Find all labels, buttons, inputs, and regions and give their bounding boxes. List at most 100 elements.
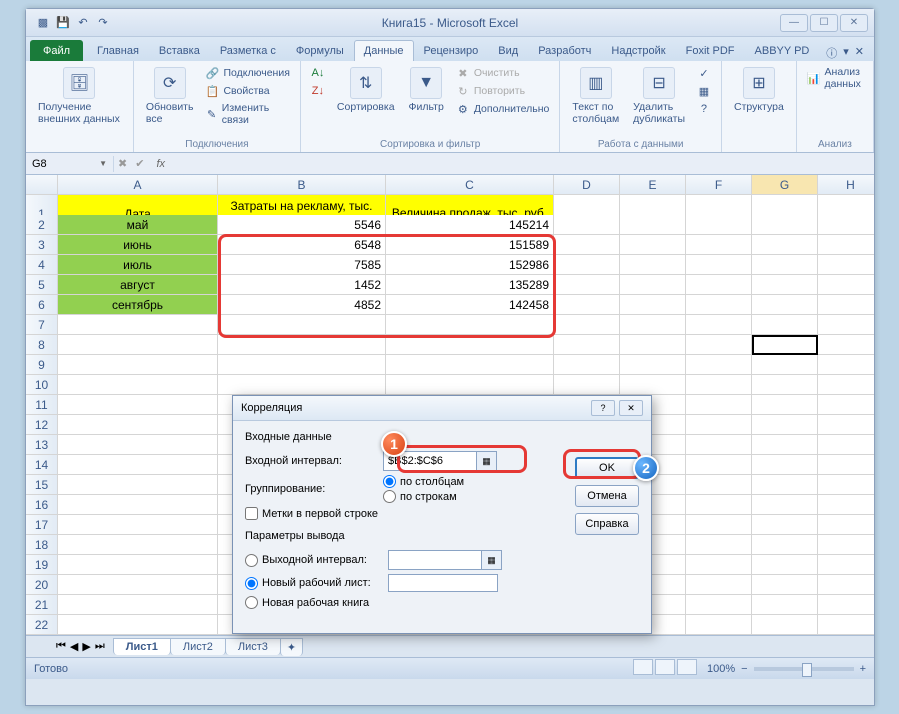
cell[interactable] <box>58 535 218 555</box>
new-sheet-button[interactable]: ✦ <box>280 638 303 656</box>
tab-view[interactable]: Вид <box>488 40 528 61</box>
col-header[interactable]: A <box>58 175 218 195</box>
chk-labels[interactable] <box>245 507 258 520</box>
cell[interactable] <box>58 415 218 435</box>
dialog-help-button[interactable]: ? <box>591 400 615 416</box>
col-header[interactable]: D <box>554 175 620 195</box>
radio-rows[interactable] <box>383 490 396 503</box>
sheet-tab[interactable]: Лист3 <box>225 638 281 655</box>
whatif-button[interactable]: ? <box>695 101 713 117</box>
cell[interactable] <box>752 475 818 495</box>
col-header[interactable]: E <box>620 175 686 195</box>
cell[interactable] <box>752 375 818 395</box>
sheet-tab[interactable]: Лист1 <box>113 638 171 655</box>
cell[interactable] <box>752 355 818 375</box>
cell[interactable] <box>686 575 752 595</box>
cell[interactable] <box>686 475 752 495</box>
cell[interactable] <box>686 435 752 455</box>
cell[interactable] <box>752 455 818 475</box>
external-data-button[interactable]: 🗄Получение внешних данных <box>34 65 125 127</box>
value-cell[interactable]: 5546 <box>218 215 386 235</box>
cell[interactable] <box>752 595 818 615</box>
row-header[interactable]: 19 <box>26 555 58 575</box>
cell[interactable] <box>620 255 686 275</box>
by-columns-radio[interactable]: по столбцам <box>383 475 464 488</box>
cell[interactable] <box>386 375 554 395</box>
radio-newws[interactable] <box>245 577 258 590</box>
cell[interactable] <box>818 595 874 615</box>
dropdown-icon[interactable]: ▼ <box>99 159 107 168</box>
value-cell[interactable]: 145214 <box>386 215 554 235</box>
data-analysis-button[interactable]: 📊Анализ данных <box>805 65 865 91</box>
sort-za-button[interactable]: Z↓ <box>309 83 327 99</box>
confirm-icon[interactable]: ✔ <box>131 157 148 170</box>
tab-review[interactable]: Рецензиро <box>414 40 489 61</box>
cell[interactable] <box>218 335 386 355</box>
tab-formulas[interactable]: Формулы <box>286 40 354 61</box>
cell[interactable] <box>386 335 554 355</box>
tab-layout[interactable]: Разметка с <box>210 40 286 61</box>
value-cell[interactable]: 142458 <box>386 295 554 315</box>
cell[interactable] <box>58 455 218 475</box>
sort-button[interactable]: ⇅Сортировка <box>333 65 399 115</box>
cell[interactable] <box>818 515 874 535</box>
cell[interactable] <box>554 275 620 295</box>
cell[interactable] <box>620 355 686 375</box>
value-cell[interactable]: 151589 <box>386 235 554 255</box>
cell[interactable] <box>554 355 620 375</box>
cell[interactable] <box>686 595 752 615</box>
cell[interactable] <box>58 475 218 495</box>
cell[interactable] <box>686 495 752 515</box>
row-header[interactable]: 16 <box>26 495 58 515</box>
cell[interactable] <box>58 315 218 335</box>
cell[interactable] <box>818 475 874 495</box>
row-header[interactable]: 13 <box>26 435 58 455</box>
break-view-icon[interactable] <box>677 659 697 675</box>
remove-dup-button[interactable]: ⊟Удалить дубликаты <box>629 65 689 127</box>
cell[interactable] <box>620 215 686 235</box>
row-header[interactable]: 22 <box>26 615 58 635</box>
value-cell[interactable]: 4852 <box>218 295 386 315</box>
layout-view-icon[interactable] <box>655 659 675 675</box>
cell[interactable] <box>620 335 686 355</box>
value-cell[interactable]: 7585 <box>218 255 386 275</box>
row-header[interactable]: 14 <box>26 455 58 475</box>
properties-button[interactable]: 📋Свойства <box>203 83 291 99</box>
tab-data[interactable]: Данные <box>354 40 414 61</box>
col-header[interactable]: F <box>686 175 752 195</box>
cell[interactable] <box>752 435 818 455</box>
value-cell[interactable]: 1452 <box>218 275 386 295</box>
col-header[interactable]: B <box>218 175 386 195</box>
row-header[interactable]: 17 <box>26 515 58 535</box>
cell[interactable] <box>818 435 874 455</box>
help-icon[interactable]: ⓘ <box>826 45 837 61</box>
cell[interactable] <box>752 395 818 415</box>
cell[interactable] <box>686 395 752 415</box>
output-range-field[interactable]: ▦ <box>388 550 502 570</box>
cell[interactable] <box>752 615 818 635</box>
cell[interactable] <box>686 455 752 475</box>
cell[interactable] <box>752 295 818 315</box>
cell[interactable] <box>686 215 752 235</box>
cell[interactable] <box>752 535 818 555</box>
tab-nav-prev-icon[interactable]: ◀ <box>70 640 78 653</box>
fx-icon[interactable]: fx <box>148 158 173 170</box>
normal-view-icon[interactable] <box>633 659 653 675</box>
range-picker-icon[interactable]: ▦ <box>476 452 496 470</box>
cell[interactable] <box>818 575 874 595</box>
tab-dev[interactable]: Разработч <box>528 40 601 61</box>
tab-addins[interactable]: Надстройк <box>601 40 675 61</box>
cell[interactable] <box>686 515 752 535</box>
advanced-button[interactable]: ⚙Дополнительно <box>454 101 552 117</box>
help-button[interactable]: Справка <box>575 513 639 535</box>
tab-foxit[interactable]: Foxit PDF <box>676 40 745 61</box>
output-range-radio[interactable]: Выходной интервал:▦ <box>245 550 639 570</box>
cell[interactable] <box>818 555 874 575</box>
radio-newwb[interactable] <box>245 596 258 609</box>
cell[interactable] <box>752 335 818 355</box>
cell[interactable] <box>58 595 218 615</box>
cell[interactable] <box>58 335 218 355</box>
col-header[interactable]: G <box>752 175 818 195</box>
cell[interactable] <box>686 375 752 395</box>
cell[interactable] <box>58 495 218 515</box>
